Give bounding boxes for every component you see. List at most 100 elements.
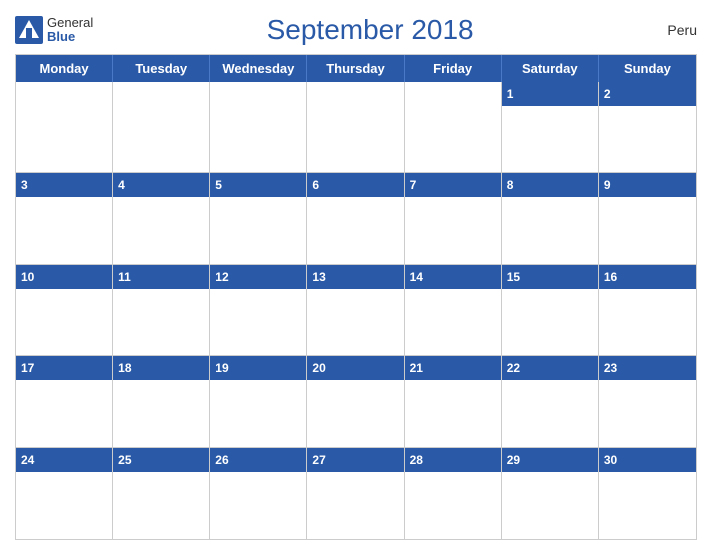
logo-general: General: [47, 16, 93, 30]
cell-content-area: [599, 106, 696, 174]
cell-content-area: [113, 197, 209, 265]
calendar-week-3: 10 11 12 13 14 15 16: [16, 265, 696, 356]
calendar-cell: 28: [405, 448, 502, 539]
cell-number-row: 29: [502, 448, 598, 472]
cell-number-row: 26: [210, 448, 306, 472]
cell-content-area: [502, 106, 598, 174]
cell-content-area: [307, 289, 403, 357]
cell-date-number: 11: [118, 270, 131, 284]
cell-date-number: 23: [604, 361, 617, 375]
calendar-week-5: 242526 27 28 29 30: [16, 448, 696, 539]
cell-date-number: 14: [410, 270, 423, 284]
cell-content-area: [405, 88, 501, 156]
cell-content-area: [210, 197, 306, 265]
calendar-cell: [405, 82, 502, 173]
cell-number-row: 1: [502, 82, 598, 106]
cell-content-area: [16, 197, 112, 265]
cell-date-number: 20: [312, 361, 325, 375]
cell-number-row: 15: [502, 265, 598, 289]
cell-number-row: 16: [599, 265, 696, 289]
cell-number-row: 28: [405, 448, 501, 472]
cell-content-area: [502, 472, 598, 541]
calendar-week-1: 12: [16, 82, 696, 173]
calendar-cell: 1: [502, 82, 599, 173]
cell-date-number: 28: [410, 453, 423, 467]
cell-content-area: [599, 380, 696, 448]
cell-content-area: [405, 380, 501, 448]
cell-number-row: 21: [405, 356, 501, 380]
cell-content-area: [210, 380, 306, 448]
cell-content-area: [307, 380, 403, 448]
calendar-cell: 16: [599, 265, 696, 356]
cell-content-area: [599, 472, 696, 541]
cell-number-row: 20: [307, 356, 403, 380]
calendar-cell: 3: [16, 173, 113, 264]
cell-content-area: [502, 380, 598, 448]
calendar-cell: 9: [599, 173, 696, 264]
cell-date-number: 27: [312, 453, 325, 467]
cell-content-area: [113, 472, 209, 541]
calendar-body: 1234567891011121314151617181920212223242…: [16, 82, 696, 539]
weekday-headers: MondayTuesdayWednesdayThursdayFridaySatu…: [16, 55, 696, 82]
calendar-cell: 5: [210, 173, 307, 264]
cell-content-area: [307, 88, 403, 156]
cell-content-area: [113, 289, 209, 357]
cell-number-row: 2: [599, 82, 696, 106]
calendar-cell: [113, 82, 210, 173]
cell-date-number: 10: [21, 270, 34, 284]
logo-icon: [15, 16, 43, 44]
cell-number-row: 18: [113, 356, 209, 380]
cell-content-area: [599, 289, 696, 357]
cell-date-number: 5: [215, 178, 222, 192]
calendar-cell: 15: [502, 265, 599, 356]
cell-number-row: 7: [405, 173, 501, 197]
calendar-header: General Blue September 2018 Peru: [15, 10, 697, 54]
cell-date-number: 3: [21, 178, 28, 192]
calendar-cell: 2: [599, 82, 696, 173]
calendar-cell: 20: [307, 356, 404, 447]
cell-number-row: 27: [307, 448, 403, 472]
cell-content-area: [210, 472, 306, 541]
cell-number-row: 14: [405, 265, 501, 289]
calendar-cell: 18: [113, 356, 210, 447]
cell-number-row: 25: [113, 448, 209, 472]
cell-date-number: 21: [410, 361, 423, 375]
cell-number-row: 13: [307, 265, 403, 289]
cell-date-number: 19: [215, 361, 228, 375]
cell-date-number: 12: [215, 270, 228, 284]
day-header-wednesday: Wednesday: [210, 55, 307, 82]
cell-date-number: 29: [507, 453, 520, 467]
cell-date-number: 2: [604, 87, 611, 101]
calendar-grid: MondayTuesdayWednesdayThursdayFridaySatu…: [15, 54, 697, 540]
day-header-saturday: Saturday: [502, 55, 599, 82]
calendar-cell: 26: [210, 448, 307, 539]
calendar-cell: 21: [405, 356, 502, 447]
day-header-thursday: Thursday: [307, 55, 404, 82]
cell-number-row: 30: [599, 448, 696, 472]
calendar-cell: 13: [307, 265, 404, 356]
calendar-cell: 27: [307, 448, 404, 539]
cell-content-area: [502, 197, 598, 265]
cell-number-row: 23: [599, 356, 696, 380]
cell-number-row: 17: [16, 356, 112, 380]
calendar-cell: 22: [502, 356, 599, 447]
calendar-cell: 29: [502, 448, 599, 539]
calendar-title: September 2018: [93, 14, 647, 46]
calendar-cell: 10: [16, 265, 113, 356]
cell-content-area: [16, 88, 112, 156]
cell-date-number: 18: [118, 361, 131, 375]
cell-date-number: 16: [604, 270, 617, 284]
calendar-cell: 14: [405, 265, 502, 356]
calendar-cell: 7: [405, 173, 502, 264]
cell-content-area: [16, 289, 112, 357]
calendar-cell: 12: [210, 265, 307, 356]
cell-number-row: 5: [210, 173, 306, 197]
cell-date-number: 6: [312, 178, 319, 192]
cell-number-row: 10: [16, 265, 112, 289]
cell-content-area: [113, 380, 209, 448]
cell-number-row: 24: [16, 448, 112, 472]
calendar-cell: 17: [16, 356, 113, 447]
cell-content-area: [113, 88, 209, 156]
calendar-cell: 23: [599, 356, 696, 447]
calendar-cell: 11: [113, 265, 210, 356]
